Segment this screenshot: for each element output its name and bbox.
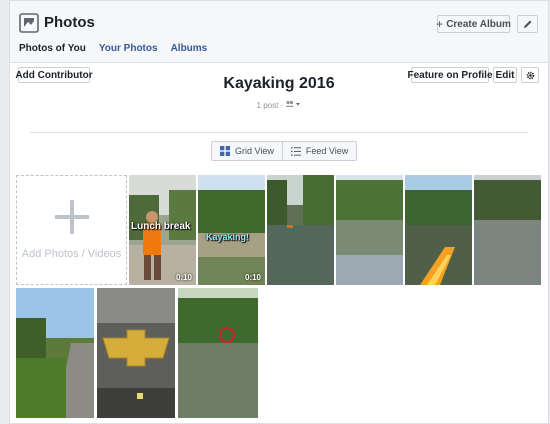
friends-audience-icon: [285, 100, 301, 107]
album-settings-button[interactable]: [521, 67, 539, 83]
divider: [30, 132, 528, 133]
video-duration: 0:10: [175, 273, 192, 282]
pencil-icon: [523, 20, 531, 28]
photo-thumbnail[interactable]: Lunch break 0:10: [129, 175, 196, 285]
photo-thumbnail[interactable]: [405, 175, 472, 285]
edit-pencil-button[interactable]: [517, 15, 538, 33]
album-meta: 1 post ·: [10, 100, 548, 110]
grid-view-label: Grid View: [235, 146, 274, 156]
photos-tabs: Photos of You Your Photos Albums: [19, 43, 220, 54]
photo-image: [405, 175, 472, 285]
grid-icon: [220, 146, 230, 156]
feed-view-label: Feed View: [305, 146, 349, 156]
audience-selector[interactable]: [285, 100, 301, 110]
photo-image: [178, 288, 258, 418]
post-count: 1 post ·: [256, 101, 284, 110]
photos-icon: [19, 13, 39, 33]
grid-view-button[interactable]: Grid View: [212, 142, 282, 160]
add-photos-tile[interactable]: Add Photos / Videos: [16, 175, 127, 285]
photo-image: [336, 175, 403, 285]
photo-image: [198, 175, 265, 285]
photo-caption: Kayaking!: [206, 232, 250, 242]
photo-thumbnail[interactable]: [178, 288, 258, 418]
photo-image: [267, 175, 334, 285]
add-photos-label: Add Photos / Videos: [21, 248, 122, 260]
photo-thumbnail[interactable]: [267, 175, 334, 285]
feed-view-button[interactable]: Feed View: [281, 142, 357, 160]
photo-thumbnail[interactable]: [336, 175, 403, 285]
create-album-label: Create Album: [446, 18, 511, 30]
tab-photos-of-you[interactable]: Photos of You: [19, 43, 86, 54]
photos-header: Photos + Create Album Photos of You Your…: [10, 1, 548, 63]
tab-your-photos[interactable]: Your Photos: [99, 43, 158, 54]
feature-on-profile-button[interactable]: Feature on Profile: [408, 67, 493, 83]
photo-thumbnail[interactable]: [16, 288, 94, 418]
photo-image: [16, 288, 94, 418]
photo-thumbnail[interactable]: Kayaking! 0:10: [198, 175, 265, 285]
photos-card: Photos + Create Album Photos of You Your…: [9, 0, 549, 424]
photo-thumbnail[interactable]: [474, 175, 541, 285]
list-icon: [290, 146, 301, 156]
photo-thumbnail[interactable]: [97, 288, 175, 418]
video-duration: 0:10: [244, 273, 261, 282]
page-title: Photos: [44, 14, 95, 31]
plus-icon: +: [436, 17, 444, 31]
create-album-button[interactable]: + Create Album: [436, 15, 511, 33]
photo-image: [97, 288, 175, 418]
gear-icon: [526, 71, 534, 79]
photo-image: [474, 175, 541, 285]
add-plus-icon: [54, 200, 89, 234]
edit-album-button[interactable]: Edit: [493, 67, 517, 83]
view-toggle: Grid View Feed View: [211, 141, 358, 161]
photo-caption: Lunch break: [131, 221, 191, 232]
tab-albums[interactable]: Albums: [171, 43, 208, 54]
